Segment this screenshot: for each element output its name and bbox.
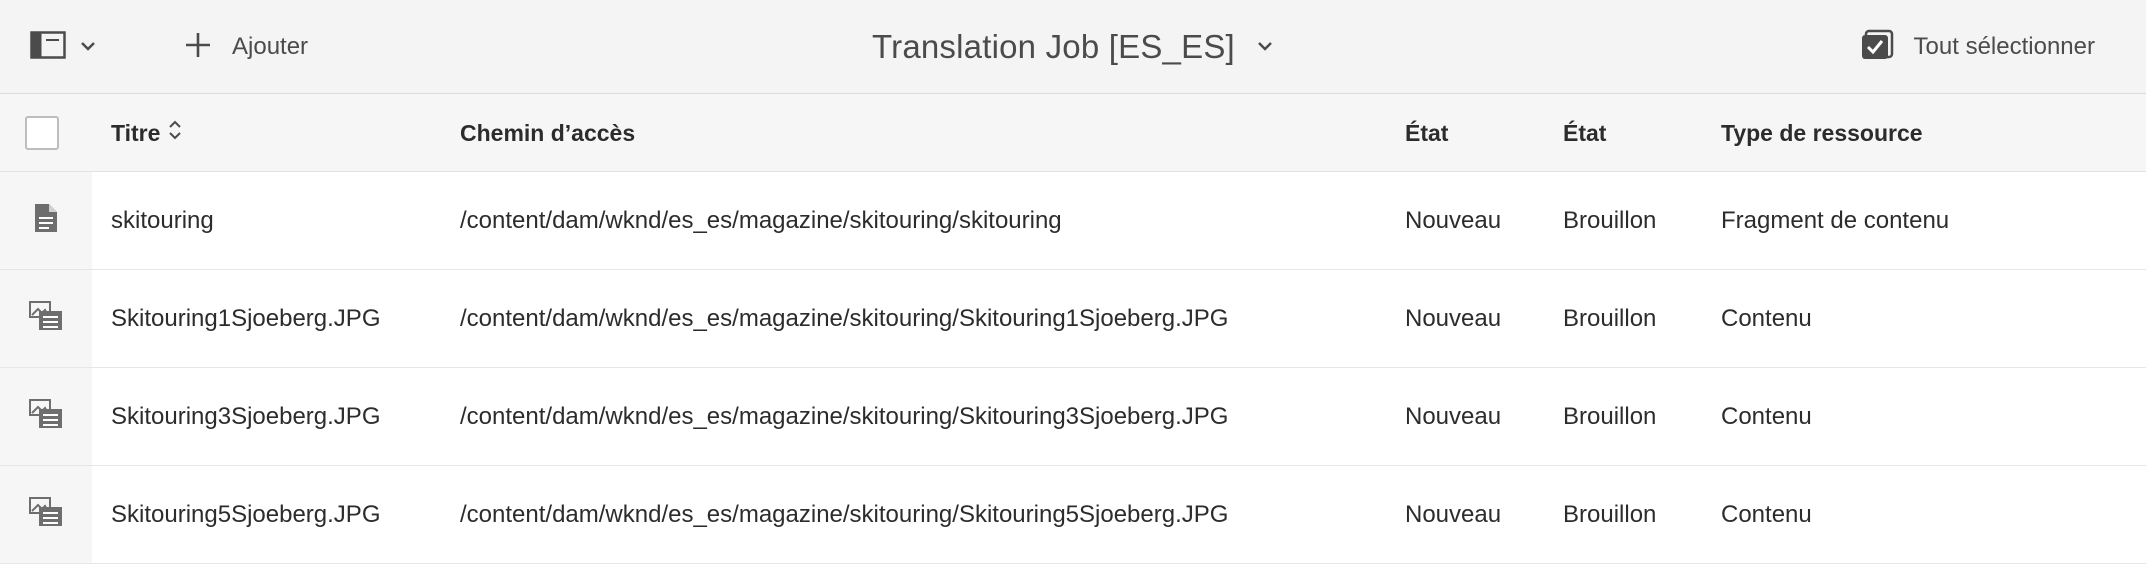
rail-toggle-button[interactable] — [30, 30, 96, 64]
rail-toggle-group — [30, 0, 96, 94]
header-checkbox-cell — [25, 94, 59, 172]
add-button[interactable]: Ajouter — [184, 0, 308, 94]
action-bar: Ajouter Translation Job [ES_ES] Tout sél… — [0, 0, 2146, 94]
select-all-checkbox[interactable] — [25, 116, 59, 150]
row-path: /content/dam/wknd/es_es/magazine/skitour… — [460, 304, 1229, 332]
row-status: Brouillon — [1563, 304, 1657, 332]
image-asset-icon — [29, 497, 63, 532]
row-title: Skitouring1Sjoeberg.JPG — [111, 304, 381, 332]
column-header-title[interactable]: Titre — [111, 94, 182, 172]
row-state: Nouveau — [1405, 206, 1502, 234]
row-state: Nouveau — [1405, 304, 1502, 332]
row-title: Skitouring5Sjoeberg.JPG — [111, 500, 381, 528]
row-title: Skitouring3Sjoeberg.JPG — [111, 402, 381, 430]
table-row[interactable]: Skitouring1Sjoeberg.JPG /content/dam/wkn… — [0, 270, 2146, 368]
select-all-button[interactable]: Tout sélectionner — [1860, 0, 2095, 94]
translation-job-table: Titre Chemin d’accès État État Type de r… — [0, 94, 2146, 564]
row-resource-type: Contenu — [1721, 402, 1812, 430]
row-thumbnail-cell[interactable] — [0, 172, 92, 269]
add-button-label: Ajouter — [232, 33, 309, 60]
image-asset-icon — [29, 301, 63, 336]
chevron-down-icon — [80, 38, 96, 56]
row-path: /content/dam/wknd/es_es/magazine/skitour… — [460, 402, 1229, 430]
image-asset-icon — [29, 399, 63, 434]
row-state: Nouveau — [1405, 402, 1502, 430]
row-path: /content/dam/wknd/es_es/magazine/skitour… — [460, 206, 1062, 234]
row-state: Nouveau — [1405, 500, 1502, 528]
column-header-status[interactable]: État — [1563, 94, 1606, 172]
row-resource-type: Contenu — [1721, 304, 1812, 332]
column-header-path[interactable]: Chemin d’accès — [460, 94, 635, 172]
column-header-title-label: Titre — [111, 119, 161, 146]
row-status: Brouillon — [1563, 402, 1657, 430]
chevron-down-icon — [1257, 38, 1273, 56]
sort-icon — [168, 119, 182, 147]
checkbox-select-all-icon — [1860, 29, 1894, 66]
row-thumbnail-cell[interactable] — [0, 270, 92, 367]
row-resource-type: Fragment de contenu — [1721, 206, 1950, 234]
row-path: /content/dam/wknd/es_es/magazine/skitour… — [460, 500, 1229, 528]
table-row[interactable]: Skitouring3Sjoeberg.JPG /content/dam/wkn… — [0, 368, 2146, 466]
job-title-dropdown[interactable]: Translation Job [ES_ES] — [872, 0, 1273, 94]
row-status: Brouillon — [1563, 206, 1657, 234]
row-status: Brouillon — [1563, 500, 1657, 528]
page-title: Translation Job [ES_ES] — [872, 28, 1235, 65]
row-thumbnail-cell[interactable] — [0, 368, 92, 465]
row-resource-type: Contenu — [1721, 500, 1812, 528]
plus-icon — [184, 31, 212, 64]
sidebar-panel-icon — [30, 30, 66, 64]
select-all-label: Tout sélectionner — [1913, 33, 2095, 60]
column-header-state[interactable]: État — [1405, 94, 1448, 172]
table-row[interactable]: skitouring /content/dam/wknd/es_es/magaz… — [0, 172, 2146, 270]
column-header-resource-type[interactable]: Type de ressource — [1721, 94, 1923, 172]
row-thumbnail-cell[interactable] — [0, 466, 92, 563]
table-header: Titre Chemin d’accès État État Type de r… — [0, 94, 2146, 172]
document-icon — [34, 203, 58, 238]
row-title: skitouring — [111, 206, 214, 234]
table-row[interactable]: Skitouring5Sjoeberg.JPG /content/dam/wkn… — [0, 466, 2146, 564]
